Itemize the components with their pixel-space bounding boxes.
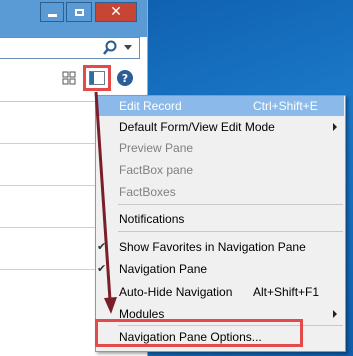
menu-item-label: Edit Record — [119, 99, 182, 113]
checkmark-icon: ✔ — [97, 241, 107, 253]
menu-item-notifications[interactable]: Notifications — [97, 209, 344, 229]
content-divider — [0, 185, 100, 186]
content-divider — [0, 227, 100, 228]
menu-item-default-form-view-edit-mode[interactable]: Default Form/View Edit Mode — [97, 117, 344, 137]
submenu-arrow-icon — [333, 123, 337, 131]
title-bar: ✕ — [0, 0, 147, 27]
help-icon[interactable]: ? — [117, 70, 133, 86]
help-glyph: ? — [121, 71, 129, 85]
search-icon[interactable] — [102, 40, 118, 56]
close-icon: ✕ — [110, 4, 122, 20]
navigation-pane-icon — [89, 71, 105, 85]
maximize-icon — [74, 8, 84, 16]
content-divider — [0, 143, 100, 144]
menu-item-label: FactBoxes — [119, 185, 176, 199]
context-menu: Edit Record Ctrl+Shift+E Default Form/Vi… — [95, 95, 346, 352]
menu-separator — [118, 325, 343, 326]
menu-item-shortcut: Alt+Shift+F1 — [253, 285, 320, 299]
menu-separator — [118, 231, 343, 232]
window-frame — [0, 27, 147, 37]
address-bar[interactable] — [0, 37, 140, 59]
navigation-pane-button[interactable] — [83, 65, 111, 91]
maximize-button[interactable] — [66, 2, 92, 22]
menu-item-label: Show Favorites in Navigation Pane — [119, 240, 306, 254]
menu-item-navigation-pane-options[interactable]: Navigation Pane Options... — [97, 327, 344, 347]
menu-item-label: Navigation Pane — [119, 262, 208, 276]
content-divider — [0, 269, 100, 270]
menu-item-edit-record[interactable]: Edit Record Ctrl+Shift+E — [97, 96, 344, 116]
menu-item-modules[interactable]: Modules — [97, 304, 344, 324]
minimize-button[interactable] — [40, 2, 64, 22]
menu-item-label: Auto-Hide Navigation — [119, 285, 233, 299]
submenu-arrow-icon — [333, 310, 337, 318]
menu-item-label: Default Form/View Edit Mode — [119, 120, 275, 134]
menu-item-label: Modules — [119, 307, 165, 321]
minimize-icon — [47, 13, 57, 17]
close-button[interactable]: ✕ — [95, 2, 137, 22]
menu-item-auto-hide-navigation[interactable]: Auto-Hide Navigation Alt+Shift+F1 — [97, 282, 344, 302]
grid-view-icon[interactable] — [62, 71, 76, 85]
menu-item-shortcut: Ctrl+Shift+E — [253, 99, 318, 113]
menu-item-label: FactBox pane — [119, 163, 194, 177]
menu-item-label: Navigation Pane Options... — [119, 330, 262, 344]
menu-item-label: Notifications — [119, 212, 185, 226]
search-dropdown-icon[interactable] — [124, 45, 132, 50]
menu-separator — [118, 204, 343, 205]
menu-item-label: Preview Pane — [119, 141, 194, 155]
menu-item-show-favorites-in-navigation-pane[interactable]: ✔ Show Favorites in Navigation Pane — [97, 237, 344, 257]
menu-item-preview-pane[interactable]: Preview Pane — [97, 138, 344, 158]
menu-item-navigation-pane[interactable]: ✔ Navigation Pane — [97, 259, 344, 279]
menu-item-factbox-pane[interactable]: FactBox pane — [97, 160, 344, 180]
checkmark-icon: ✔ — [97, 263, 107, 275]
menu-item-factboxes[interactable]: FactBoxes — [97, 182, 344, 202]
